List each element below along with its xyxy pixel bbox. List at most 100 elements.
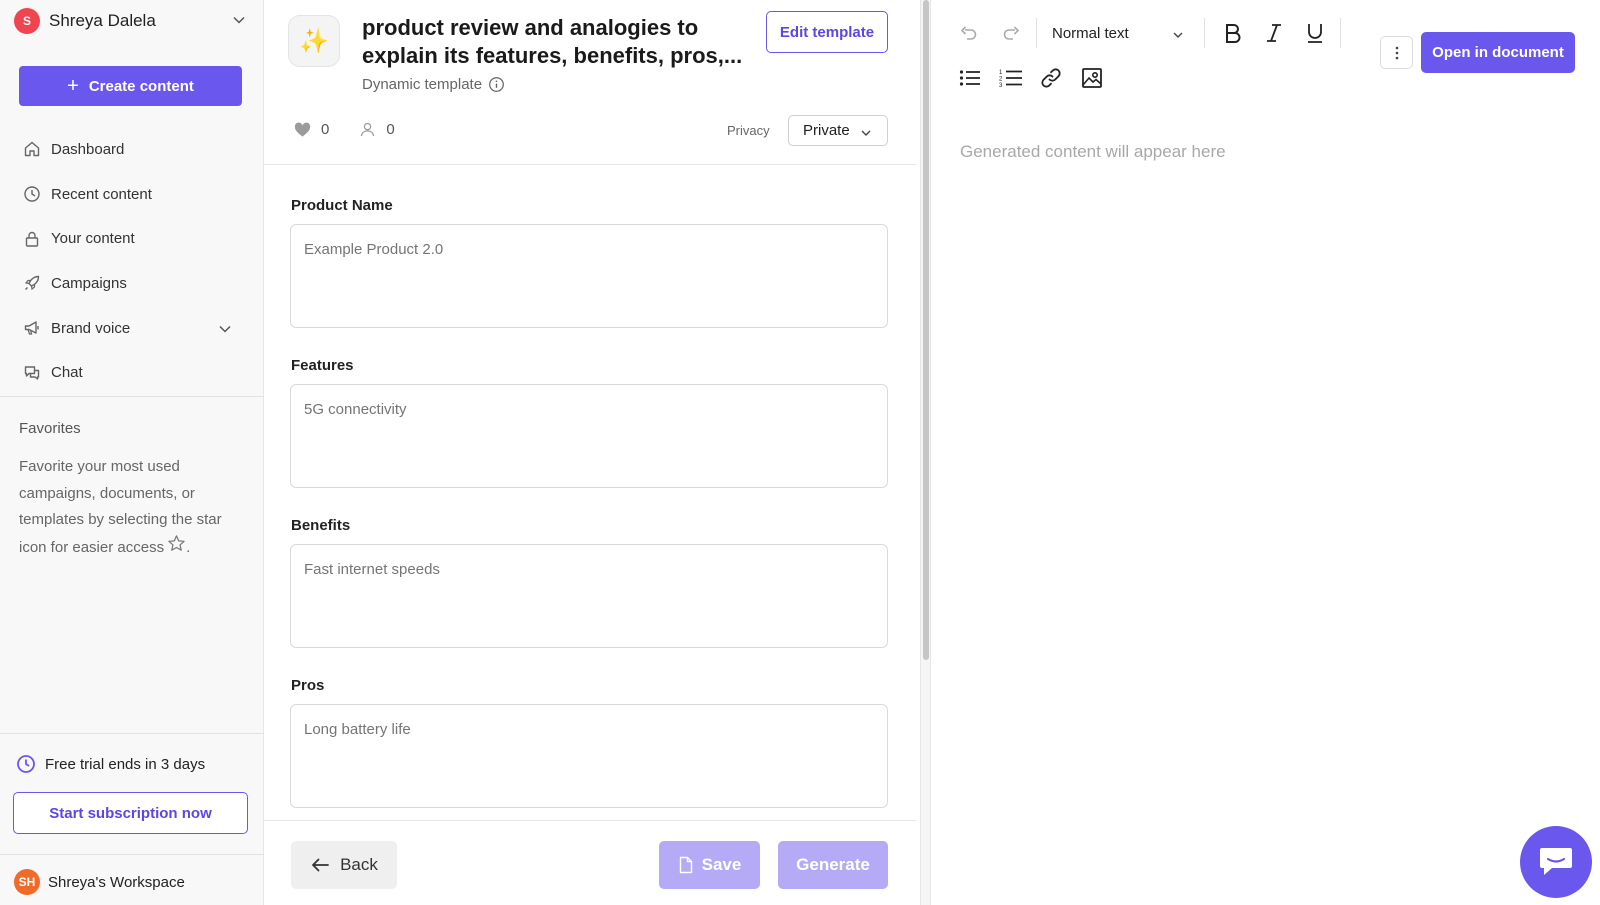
scrollbar-thumb[interactable]: [923, 0, 929, 660]
sidebar: S Shreya Dalela + Create content Dashboa…: [0, 0, 264, 905]
info-icon[interactable]: [488, 76, 505, 93]
underline-icon[interactable]: [1300, 18, 1330, 48]
sidebar-item-dashboard[interactable]: Dashboard: [18, 127, 246, 172]
star-icon: [168, 534, 185, 551]
editor-panel: Normal text Open in document 123 Generat…: [932, 0, 1600, 905]
form-scrollbar[interactable]: [920, 0, 931, 905]
field-label-features: Features: [291, 357, 354, 374]
heart-icon: [294, 122, 311, 137]
create-content-button[interactable]: + Create content: [19, 66, 242, 106]
benefits-input[interactable]: [290, 544, 888, 648]
plus-icon: +: [67, 75, 79, 97]
usage-count: 0: [386, 121, 395, 138]
bold-icon[interactable]: [1218, 18, 1248, 48]
sidebar-item-label: Your content: [51, 230, 135, 248]
chat-icon: [24, 366, 40, 380]
sidebar-item-chat[interactable]: Chat: [18, 350, 246, 395]
sidebar-item-recent-content[interactable]: Recent content: [18, 172, 246, 217]
privacy-label: Privacy: [727, 123, 770, 138]
user-menu[interactable]: S Shreya Dalela: [14, 7, 246, 35]
sidebar-divider: [0, 854, 264, 855]
toolbar-divider: [1340, 18, 1341, 48]
bullet-list-icon[interactable]: [958, 66, 982, 90]
template-stats: 0 0: [294, 121, 425, 138]
sidebar-divider: [0, 396, 264, 397]
user-name: Shreya Dalela: [49, 11, 156, 30]
favorites-suffix: .: [186, 538, 191, 556]
chevron-down-icon: [233, 16, 245, 24]
lock-icon: [25, 231, 39, 247]
field-label-pros: Pros: [291, 677, 325, 694]
numbered-list-icon[interactable]: 123: [998, 66, 1024, 90]
template-type-label: Dynamic template: [362, 76, 483, 93]
text-style-value: Normal text: [1052, 24, 1129, 42]
template-type: Dynamic template: [362, 76, 505, 93]
like-button[interactable]: 0: [294, 121, 329, 138]
form-action-bar: Back Save Generate: [264, 820, 916, 905]
kebab-menu-icon: [1395, 46, 1398, 59]
toolbar-divider: [1204, 18, 1205, 48]
field-label-benefits: Benefits: [291, 517, 351, 534]
home-icon: [24, 142, 40, 157]
workspace-avatar: SH: [14, 869, 40, 895]
workspace-name: Shreya's Workspace: [48, 873, 185, 891]
like-count: 0: [321, 121, 330, 138]
sidebar-item-label: Dashboard: [51, 140, 125, 158]
sidebar-divider: [0, 733, 264, 734]
sidebar-item-your-content[interactable]: Your content: [18, 216, 246, 261]
sidebar-nav: Dashboard Recent content Your content Ca…: [18, 127, 246, 395]
rocket-icon: [24, 276, 40, 291]
save-button[interactable]: Save: [659, 841, 760, 889]
favorites-title: Favorites: [19, 420, 81, 437]
edit-template-button[interactable]: Edit template: [766, 11, 888, 53]
arrow-left-icon: [312, 858, 329, 872]
chevron-down-icon: [219, 325, 231, 333]
privacy-select[interactable]: Private: [788, 115, 888, 146]
support-chat-button[interactable]: [1520, 826, 1592, 898]
sidebar-item-label: Chat: [51, 364, 83, 382]
back-button[interactable]: Back: [291, 841, 397, 889]
product-name-input[interactable]: [290, 224, 888, 328]
sidebar-item-label: Campaigns: [51, 274, 127, 292]
sidebar-item-label: Recent content: [51, 185, 152, 203]
more-options-button[interactable]: [1380, 36, 1413, 69]
link-icon[interactable]: [1039, 66, 1063, 90]
trial-notice: Free trial ends in 3 days: [16, 754, 205, 774]
trial-text: Free trial ends in 3 days: [45, 755, 206, 773]
svg-text:1: 1: [999, 70, 1003, 76]
field-label-product-name: Product Name: [291, 197, 393, 214]
chevron-down-icon: [861, 130, 871, 136]
start-subscription-button[interactable]: Start subscription now: [13, 792, 248, 834]
sidebar-item-campaigns[interactable]: Campaigns: [18, 261, 246, 306]
undo-icon[interactable]: [958, 22, 980, 44]
italic-icon[interactable]: [1259, 18, 1289, 48]
redo-icon[interactable]: [1000, 22, 1022, 44]
generated-content-placeholder: Generated content will appear here: [960, 142, 1226, 161]
clock-icon: [17, 755, 35, 773]
save-label: Save: [701, 855, 742, 874]
image-icon[interactable]: [1080, 66, 1104, 90]
favorites-description: Favorite your most used campaigns, docum…: [19, 454, 239, 561]
toolbar-divider: [1036, 18, 1037, 48]
create-content-label: Create content: [88, 77, 194, 95]
user-icon: [361, 122, 375, 137]
open-in-document-button[interactable]: Open in document: [1421, 32, 1575, 73]
usage-stat: 0: [359, 121, 395, 138]
text-style-select[interactable]: Normal text: [1052, 18, 1192, 48]
chat-bubble-icon: [1540, 848, 1572, 875]
favorites-text: Favorite your most used campaigns, docum…: [19, 458, 222, 556]
template-form-panel: ✨ product review and analogies to explai…: [264, 0, 916, 905]
sparkles-icon: ✨: [288, 15, 340, 67]
chevron-down-icon: [1173, 32, 1183, 38]
sidebar-item-brand-voice[interactable]: Brand voice: [18, 306, 246, 351]
privacy-value: Private: [803, 122, 850, 139]
avatar: S: [14, 8, 40, 34]
workspace-menu[interactable]: SH Shreya's Workspace: [14, 869, 185, 895]
generate-button[interactable]: Generate: [778, 841, 888, 889]
svg-text:3: 3: [999, 83, 1003, 88]
template-title: product review and analogies to explain …: [362, 15, 743, 68]
pros-input[interactable]: [290, 704, 888, 808]
megaphone-icon: [24, 321, 39, 335]
features-input[interactable]: [290, 384, 888, 488]
document-icon: [679, 856, 692, 874]
